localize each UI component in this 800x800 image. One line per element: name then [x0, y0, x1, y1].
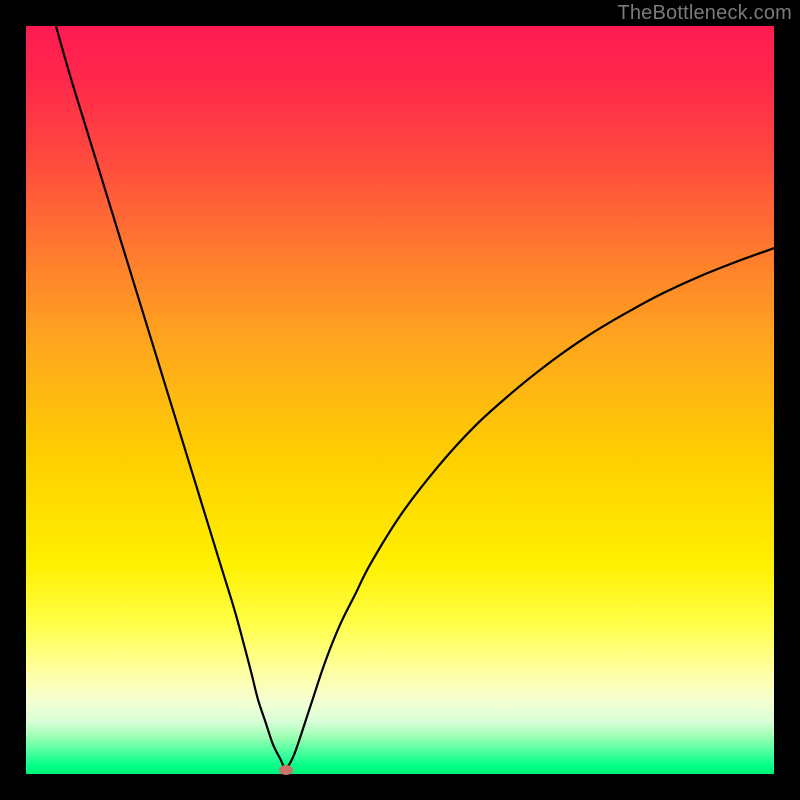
- bottleneck-curve: [26, 26, 774, 774]
- plot-area: [26, 26, 774, 774]
- chart-frame: TheBottleneck.com: [0, 0, 800, 800]
- watermark-text: TheBottleneck.com: [617, 2, 792, 25]
- optimum-marker: [279, 765, 293, 775]
